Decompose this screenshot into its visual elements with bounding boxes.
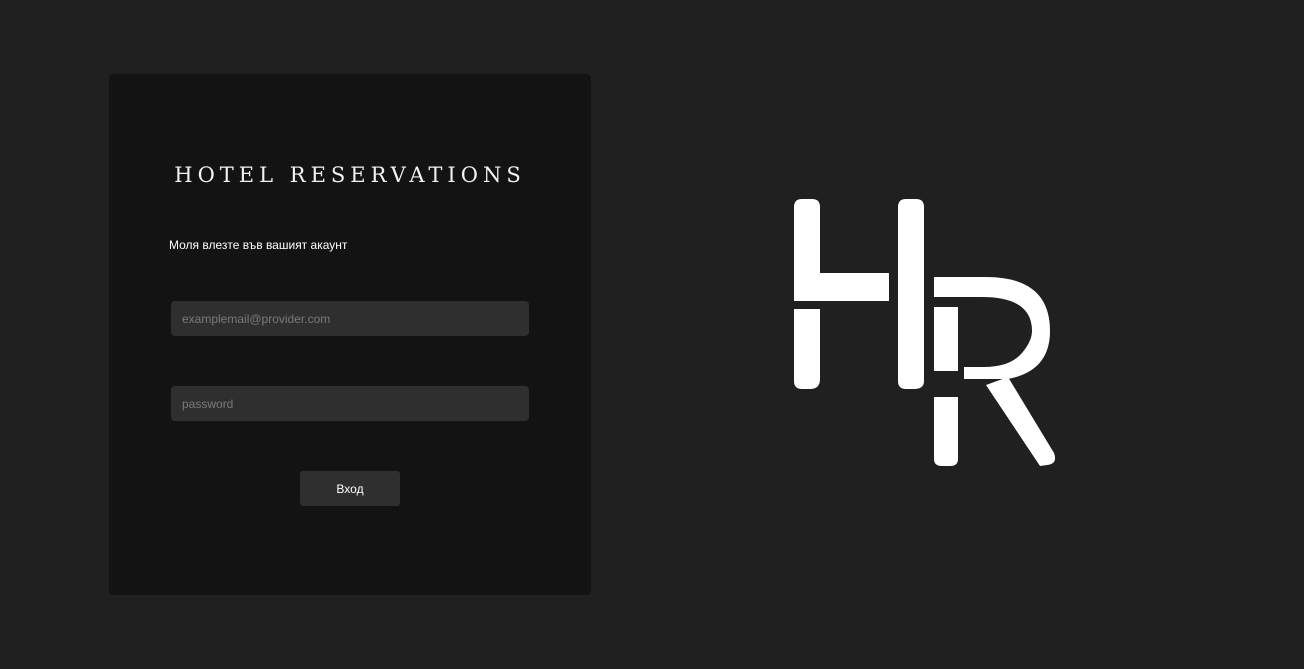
page-title: HOTEL RESERVATIONS	[174, 163, 526, 187]
logo-h-crossbar-stroke	[794, 273, 889, 301]
login-subtitle: Моля влезте във вашият акаунт	[169, 238, 348, 252]
logo-r-lower-stem-stroke	[934, 397, 958, 466]
email-field[interactable]	[171, 301, 529, 336]
logo-r-inner-stroke	[934, 307, 958, 371]
logo-h-left-lower-stroke	[794, 309, 820, 389]
logo-h-left-upper-stroke	[794, 199, 820, 277]
password-field[interactable]	[171, 386, 529, 421]
login-button[interactable]: Вход	[300, 471, 400, 506]
hr-logo-icon	[794, 199, 1056, 466]
login-page: HOTEL RESERVATIONS Моля влезте във вашия…	[0, 0, 1304, 669]
login-card: HOTEL RESERVATIONS Моля влезте във вашия…	[109, 74, 591, 595]
logo-r-leg-stroke	[986, 377, 1056, 466]
logo-h-right-stroke	[898, 199, 924, 389]
